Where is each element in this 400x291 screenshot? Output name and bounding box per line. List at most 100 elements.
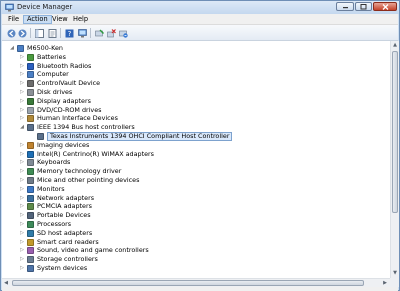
forward-icon[interactable] bbox=[17, 28, 27, 38]
menu-action[interactable]: Action bbox=[23, 15, 52, 24]
expand-arrow-icon[interactable]: ▷ bbox=[19, 238, 25, 247]
tree-item[interactable]: ▷ Imaging devices bbox=[2, 141, 390, 150]
expand-arrow-icon[interactable]: ▷ bbox=[19, 194, 25, 203]
vertical-scroll-thumb[interactable] bbox=[392, 51, 398, 213]
expand-arrow-icon[interactable]: ▷ bbox=[19, 53, 25, 62]
expand-arrow-icon[interactable]: ▷ bbox=[19, 220, 25, 229]
portable-device-icon bbox=[27, 212, 34, 220]
title-bar[interactable]: Device Manager bbox=[1, 1, 399, 14]
toolbar-separator bbox=[90, 28, 91, 38]
expand-arrow-icon[interactable]: ▷ bbox=[19, 141, 25, 150]
expand-arrow-icon[interactable]: ▷ bbox=[19, 211, 25, 220]
properties-icon[interactable] bbox=[47, 28, 57, 38]
horizontal-scrollbar[interactable]: ◀ ▶ bbox=[2, 278, 390, 287]
minimize-button[interactable] bbox=[336, 2, 354, 11]
tree-item-label: Sound, video and game controllers bbox=[37, 246, 149, 255]
tree-item[interactable]: ▷ Processors bbox=[2, 220, 390, 229]
pcmcia-icon bbox=[27, 203, 34, 211]
expand-arrow-icon[interactable]: ▷ bbox=[19, 79, 25, 88]
tree-item-label: Human Interface Devices bbox=[37, 114, 118, 123]
tree-item[interactable]: ▷ ControlVault Device bbox=[2, 79, 390, 88]
tree-item[interactable]: ▷ PCMCIA adapters bbox=[2, 202, 390, 211]
collapse-arrow-icon[interactable]: ◢ bbox=[19, 123, 25, 132]
tree-item[interactable]: ◢ IEEE 1394 Bus host controllers bbox=[2, 123, 390, 132]
expand-arrow-icon[interactable]: ▷ bbox=[19, 70, 25, 79]
back-icon[interactable] bbox=[6, 28, 16, 38]
computer-icon bbox=[17, 45, 24, 52]
tree-item-label: Keyboards bbox=[37, 158, 71, 167]
close-button[interactable] bbox=[373, 2, 397, 11]
scroll-right-icon[interactable]: ▶ bbox=[381, 279, 389, 287]
expand-arrow-icon[interactable]: ▷ bbox=[19, 158, 25, 167]
tree-item[interactable]: ▷ Storage controllers bbox=[2, 255, 390, 264]
expand-arrow-icon[interactable]: ▷ bbox=[19, 255, 25, 264]
maximize-button[interactable] bbox=[355, 2, 372, 11]
expand-arrow-icon[interactable]: ▷ bbox=[19, 185, 25, 194]
tree-item[interactable]: ▷ SD host adapters bbox=[2, 229, 390, 238]
tree-item-label: Bluetooth Radios bbox=[37, 61, 92, 70]
tree-item[interactable]: ▷ Memory technology driver bbox=[2, 167, 390, 176]
expand-arrow-icon[interactable]: ▷ bbox=[19, 106, 25, 115]
close-icon bbox=[382, 3, 388, 10]
expand-arrow-icon[interactable]: ▷ bbox=[19, 202, 25, 211]
menu-file[interactable]: File bbox=[5, 15, 22, 24]
tree-item[interactable]: ▷ DVD/CD-ROM drives bbox=[2, 106, 390, 115]
tree-item-label: System devices bbox=[37, 264, 88, 272]
expand-arrow-icon[interactable]: ▷ bbox=[19, 176, 25, 185]
tree-item[interactable]: ▷ Intel(R) Centrino(R) WiMAX adapters bbox=[2, 150, 390, 159]
collapse-arrow-icon[interactable]: ◢ bbox=[9, 44, 15, 53]
horizontal-scroll-thumb[interactable] bbox=[12, 280, 364, 286]
tree-item[interactable]: ▷ Mice and other pointing devices bbox=[2, 176, 390, 185]
menu-view[interactable]: View bbox=[49, 15, 71, 24]
tree-item-label: IEEE 1394 Bus host controllers bbox=[37, 123, 135, 132]
expand-arrow-icon[interactable]: ▷ bbox=[19, 246, 25, 255]
tree-item[interactable]: ▷ System devices bbox=[2, 264, 390, 273]
expand-arrow-icon[interactable]: ▷ bbox=[19, 97, 25, 106]
monitor-icon bbox=[27, 185, 34, 193]
tree-item[interactable]: ▷ Display adapters bbox=[2, 97, 390, 106]
processor-icon bbox=[27, 221, 34, 228]
toolbar-separator bbox=[60, 28, 61, 38]
tree-item[interactable]: ▷ Batteries bbox=[2, 53, 390, 62]
disk-drive-icon bbox=[27, 89, 34, 96]
expand-arrow-icon[interactable]: ▷ bbox=[19, 62, 25, 71]
show-hide-tree-icon[interactable] bbox=[34, 28, 44, 38]
expand-arrow-icon[interactable]: ▷ bbox=[19, 229, 25, 238]
menu-help[interactable]: Help bbox=[70, 15, 91, 24]
scan-hardware-icon[interactable] bbox=[94, 28, 104, 38]
hid-icon bbox=[27, 115, 34, 123]
tree-item[interactable]: ▷ Computer bbox=[2, 70, 390, 79]
storage-icon bbox=[27, 256, 34, 264]
expand-arrow-icon[interactable]: ▷ bbox=[19, 167, 25, 176]
disable-device-icon[interactable] bbox=[118, 28, 128, 38]
expand-arrow-icon[interactable]: ▷ bbox=[19, 150, 25, 159]
tree-item[interactable]: ▷ Human Interface Devices bbox=[2, 114, 390, 123]
tree-item[interactable]: ▷ Monitors bbox=[2, 185, 390, 194]
tree-child-item[interactable]: Texas Instruments 1394 OHCI Compliant Ho… bbox=[2, 132, 390, 141]
tree-item-label: PCMCIA adapters bbox=[37, 202, 92, 211]
computer-icon[interactable] bbox=[77, 28, 87, 38]
tree-root[interactable]: ◢ M6500-Ken bbox=[2, 44, 390, 53]
expand-arrow-icon[interactable]: ▷ bbox=[19, 88, 25, 97]
tree-item-label: Intel(R) Centrino(R) WiMAX adapters bbox=[37, 149, 154, 158]
scroll-down-icon[interactable]: ▼ bbox=[391, 269, 399, 277]
expand-arrow-icon[interactable]: ▷ bbox=[19, 264, 25, 273]
tree-item[interactable]: ▷ Disk drives bbox=[2, 88, 390, 97]
scroll-left-icon[interactable]: ◀ bbox=[2, 279, 10, 287]
scroll-up-icon[interactable]: ▲ bbox=[391, 41, 399, 49]
tree-item[interactable]: ▷ Portable Devices bbox=[2, 211, 390, 220]
tree-item[interactable]: ▷ Sound, video and game controllers bbox=[2, 246, 390, 255]
help-icon[interactable]: ? bbox=[64, 28, 74, 38]
vertical-scrollbar[interactable]: ▲ ▼ bbox=[390, 41, 399, 278]
selected-device-label: Texas Instruments 1394 OHCI Compliant Ho… bbox=[47, 132, 233, 141]
update-driver-icon[interactable] bbox=[106, 28, 116, 38]
tree-item[interactable]: ▷ Keyboards bbox=[2, 158, 390, 167]
tree-item[interactable]: ▷ Smart card readers bbox=[2, 238, 390, 247]
tree-item[interactable]: ▷ Network adapters bbox=[2, 194, 390, 203]
window-title: Device Manager bbox=[17, 3, 73, 11]
expand-arrow-icon[interactable]: ▷ bbox=[19, 114, 25, 123]
tree-item-label: SD host adapters bbox=[37, 228, 93, 237]
tree-item-label: Network adapters bbox=[37, 193, 95, 202]
device-tree: ◢ M6500-Ken ▷ Batteries ▷ Bluetooth Radios ▷ Co… bbox=[2, 41, 390, 278]
tree-item[interactable]: ▷ Bluetooth Radios bbox=[2, 62, 390, 71]
